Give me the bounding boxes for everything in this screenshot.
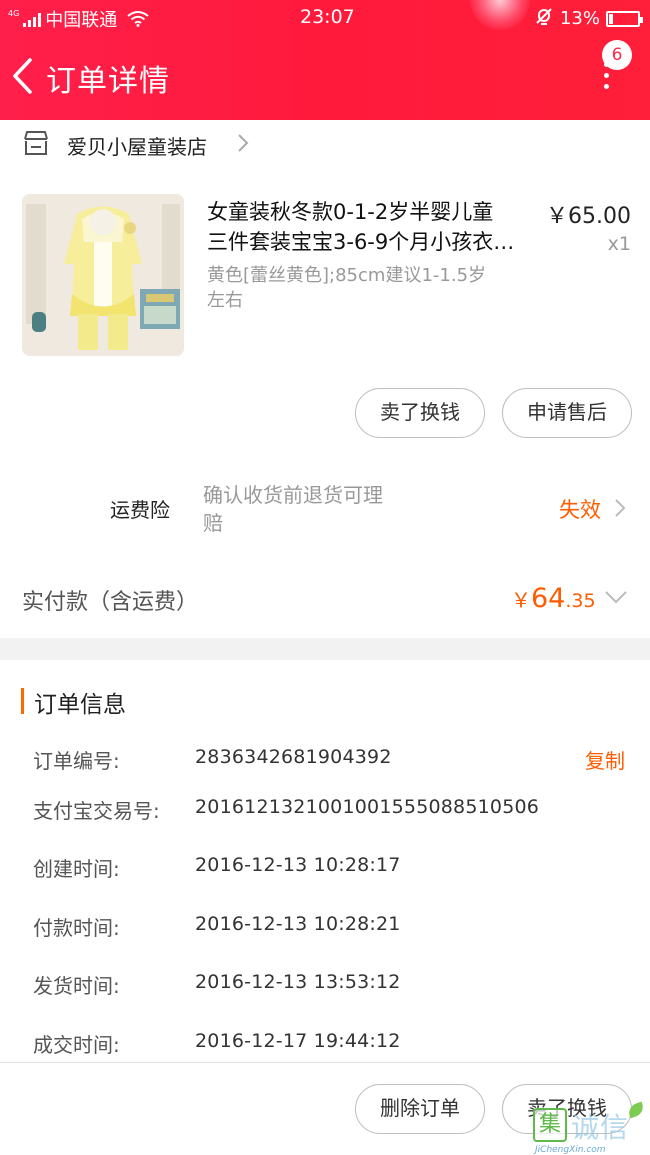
battery-icon	[606, 10, 643, 27]
insurance-desc-line: 赔	[203, 511, 223, 535]
info-row-order-id: 订单编号: 2836342681904392	[0, 745, 650, 775]
currency-symbol: ￥	[511, 588, 531, 612]
product-title[interactable]: 女童装秋冬款0-1-2岁半婴儿童 三件套装宝宝3-6-9个月小孩衣…	[207, 197, 537, 257]
info-key: 成交时间:	[33, 1033, 120, 1057]
info-value[interactable]: 2836342681904392	[195, 746, 392, 768]
chevron-down-icon[interactable]	[604, 589, 628, 605]
info-value: 2016-12-13 10:28:17	[195, 854, 401, 876]
info-row-paid: 付款时间: 2016-12-13 10:28:21	[0, 912, 650, 942]
sell-button[interactable]: 卖了换钱	[355, 388, 485, 438]
info-key: 付款时间:	[33, 916, 120, 940]
info-key: 订单编号:	[33, 749, 120, 773]
product-image[interactable]	[22, 194, 184, 356]
info-value[interactable]: 2016121321001001555088510506	[195, 796, 539, 818]
carrier-name: 中国联通	[45, 10, 118, 31]
message-badge[interactable]: 6	[602, 40, 632, 70]
status-time: 23:07	[300, 6, 355, 28]
watermark-logo: 集 诚信 JiChengXin.com	[533, 1101, 650, 1155]
section-accent-bar	[21, 688, 24, 714]
status-left: 4G 中国联通	[8, 6, 149, 32]
more-dot	[604, 84, 609, 89]
product-photo	[22, 194, 184, 356]
chevron-right-icon	[238, 134, 249, 152]
info-key: 支付宝交易号:	[33, 799, 160, 823]
info-row-alipay-id: 支付宝交易号: 2016121321001001555088510506	[0, 795, 650, 825]
product-title-line: 女童装秋冬款0-1-2岁半婴儿童	[207, 200, 494, 224]
paid-amount-label: 实付款（含运费）	[22, 590, 199, 615]
watermark-box: 集	[533, 1108, 567, 1142]
chevron-right-icon[interactable]	[614, 497, 626, 519]
info-value: 2016-12-17 19:44:12	[195, 1030, 401, 1052]
delete-order-button[interactable]: 删除订单	[355, 1084, 485, 1134]
shipping-insurance-desc: 确认收货前退货可理 赔	[203, 481, 433, 537]
shop-row[interactable]: 爱贝小屋童装店	[0, 120, 650, 168]
product-title-line: 三件套装宝宝3-6-9个月小孩衣…	[207, 230, 515, 254]
wifi-icon	[127, 11, 149, 27]
chevron-left-icon	[13, 58, 32, 94]
info-value: 2016-12-13 13:53:12	[195, 971, 401, 993]
page-title: 订单详情	[46, 64, 170, 99]
info-key: 创建时间:	[33, 857, 120, 881]
status-bar: 4G 中国联通 23:07 13%	[0, 0, 650, 34]
amount-decimal: .35	[565, 590, 596, 612]
order-info-title: 订单信息	[34, 692, 126, 718]
leaf-icon	[626, 1101, 646, 1119]
section-divider	[0, 638, 650, 660]
info-value: 2016-12-13 10:28:21	[195, 913, 401, 935]
status-right: 13%	[534, 6, 643, 31]
product-sku-line: 左右	[207, 290, 243, 311]
amount-integer: 64	[531, 583, 566, 614]
copy-button[interactable]: 复制	[585, 745, 625, 774]
product-price: ￥65.00	[546, 204, 631, 229]
product-sku: 黄色[蕾丝黄色];85cm建议1-1.5岁 左右	[207, 263, 537, 313]
signal-icon	[23, 11, 42, 27]
product-quantity: x1	[607, 233, 631, 255]
paid-amount: ￥64.35	[511, 583, 596, 614]
network-type: 4G	[8, 8, 20, 18]
watermark-text: 诚信	[571, 1111, 630, 1144]
info-row-created: 创建时间: 2016-12-13 10:28:17	[0, 853, 650, 883]
battery-percent: 13%	[559, 8, 600, 29]
back-button[interactable]	[10, 56, 40, 96]
more-dot	[604, 73, 609, 78]
watermark-url: JiChengXin.com	[535, 1145, 606, 1155]
insurance-status[interactable]: 失效	[559, 494, 601, 524]
shop-icon	[24, 131, 48, 155]
shop-name: 爱贝小屋童装店	[67, 135, 207, 159]
insurance-desc-line: 确认收货前退货可理	[203, 483, 383, 507]
info-row-completed: 成交时间: 2016-12-17 19:44:12	[0, 1029, 650, 1059]
after-sale-button[interactable]: 申请售后	[502, 388, 632, 438]
app-header: 4G 中国联通 23:07 13% 订单详情 6	[0, 0, 650, 120]
shipping-insurance-label: 运费险	[110, 498, 170, 522]
alarm-muted-icon	[534, 6, 554, 31]
nav-bar: 订单详情	[0, 44, 650, 108]
info-row-shipped: 发货时间: 2016-12-13 13:53:12	[0, 970, 650, 1000]
info-key: 发货时间:	[33, 974, 120, 998]
product-sku-line: 黄色[蕾丝黄色];85cm建议1-1.5岁	[207, 265, 487, 286]
